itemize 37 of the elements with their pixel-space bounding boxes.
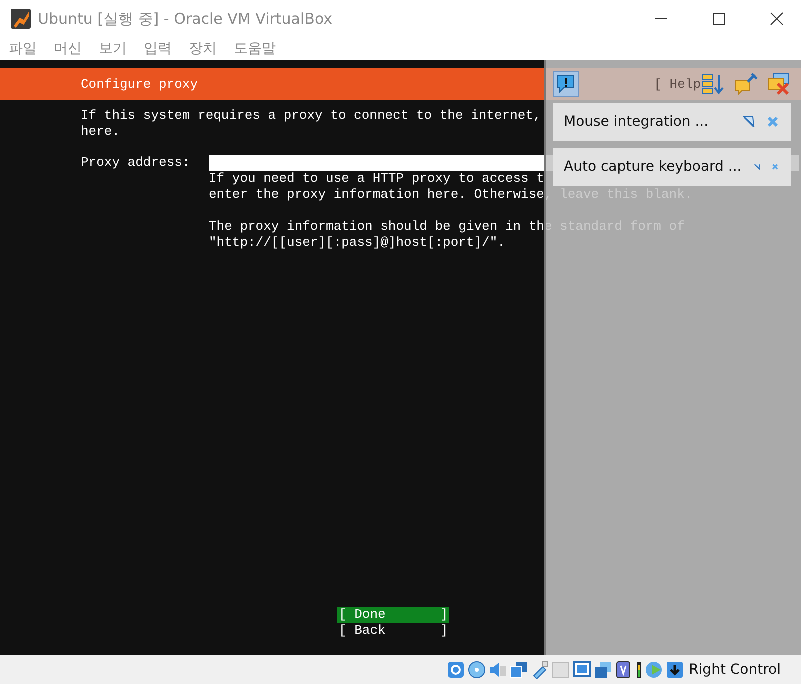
speaker-icon[interactable] — [489, 660, 508, 678]
pin-icon[interactable] — [743, 116, 755, 128]
menu-button[interactable]: [ Back ] — [337, 623, 449, 639]
terminal-text: here. — [81, 124, 120, 140]
download-icon[interactable] — [666, 660, 684, 678]
alert-bubble-icon[interactable] — [553, 71, 579, 97]
hint-text: "http://[[user][:pass]@]host[:port]/". — [209, 235, 506, 251]
menu-item[interactable]: 도움말 — [234, 40, 276, 58]
maximize-icon[interactable] — [712, 12, 726, 26]
menu-button[interactable]: [ Done ] — [337, 607, 449, 623]
sort-list-icon[interactable] — [701, 72, 725, 96]
hint-text: If you need to use a HTTP proxy to access t — [209, 171, 544, 187]
notification-text: Auto capture keyboard ... — [564, 159, 742, 175]
menu-item[interactable]: 파일 — [9, 40, 37, 58]
pin-icon[interactable] — [754, 161, 760, 173]
app-icon[interactable] — [10, 8, 32, 30]
close-bubbles-icon[interactable] — [767, 72, 791, 96]
monitor-icon[interactable] — [573, 660, 592, 678]
terminal-text: If this system requires a proxy to connect to the internet, — [81, 108, 542, 124]
chip-icon[interactable] — [615, 660, 634, 678]
pin-bubble-icon[interactable] — [734, 72, 758, 96]
window-title: Ubuntu [실행 중] - Oracle VM VirtualBox — [38, 10, 334, 28]
field-label: Proxy address: — [81, 155, 192, 172]
close-icon[interactable] — [770, 12, 784, 26]
host-key-label: Right Control — [689, 662, 781, 678]
menu-item[interactable]: 장치 — [189, 40, 217, 58]
menu-item[interactable]: 보기 — [99, 40, 127, 58]
notification-text: Mouse integration ... — [564, 114, 710, 130]
menu-item[interactable]: 머신 — [54, 40, 82, 58]
screens-icon[interactable] — [594, 660, 612, 678]
help-link[interactable]: [ Help — [654, 76, 701, 92]
disc-icon[interactable] — [468, 660, 486, 678]
usb-icon[interactable] — [531, 660, 550, 678]
header-title: Configure proxy — [81, 76, 198, 92]
menu-item[interactable]: 입력 — [144, 40, 172, 58]
level-meter-icon[interactable] — [636, 660, 642, 678]
windows-icon[interactable] — [510, 660, 528, 678]
